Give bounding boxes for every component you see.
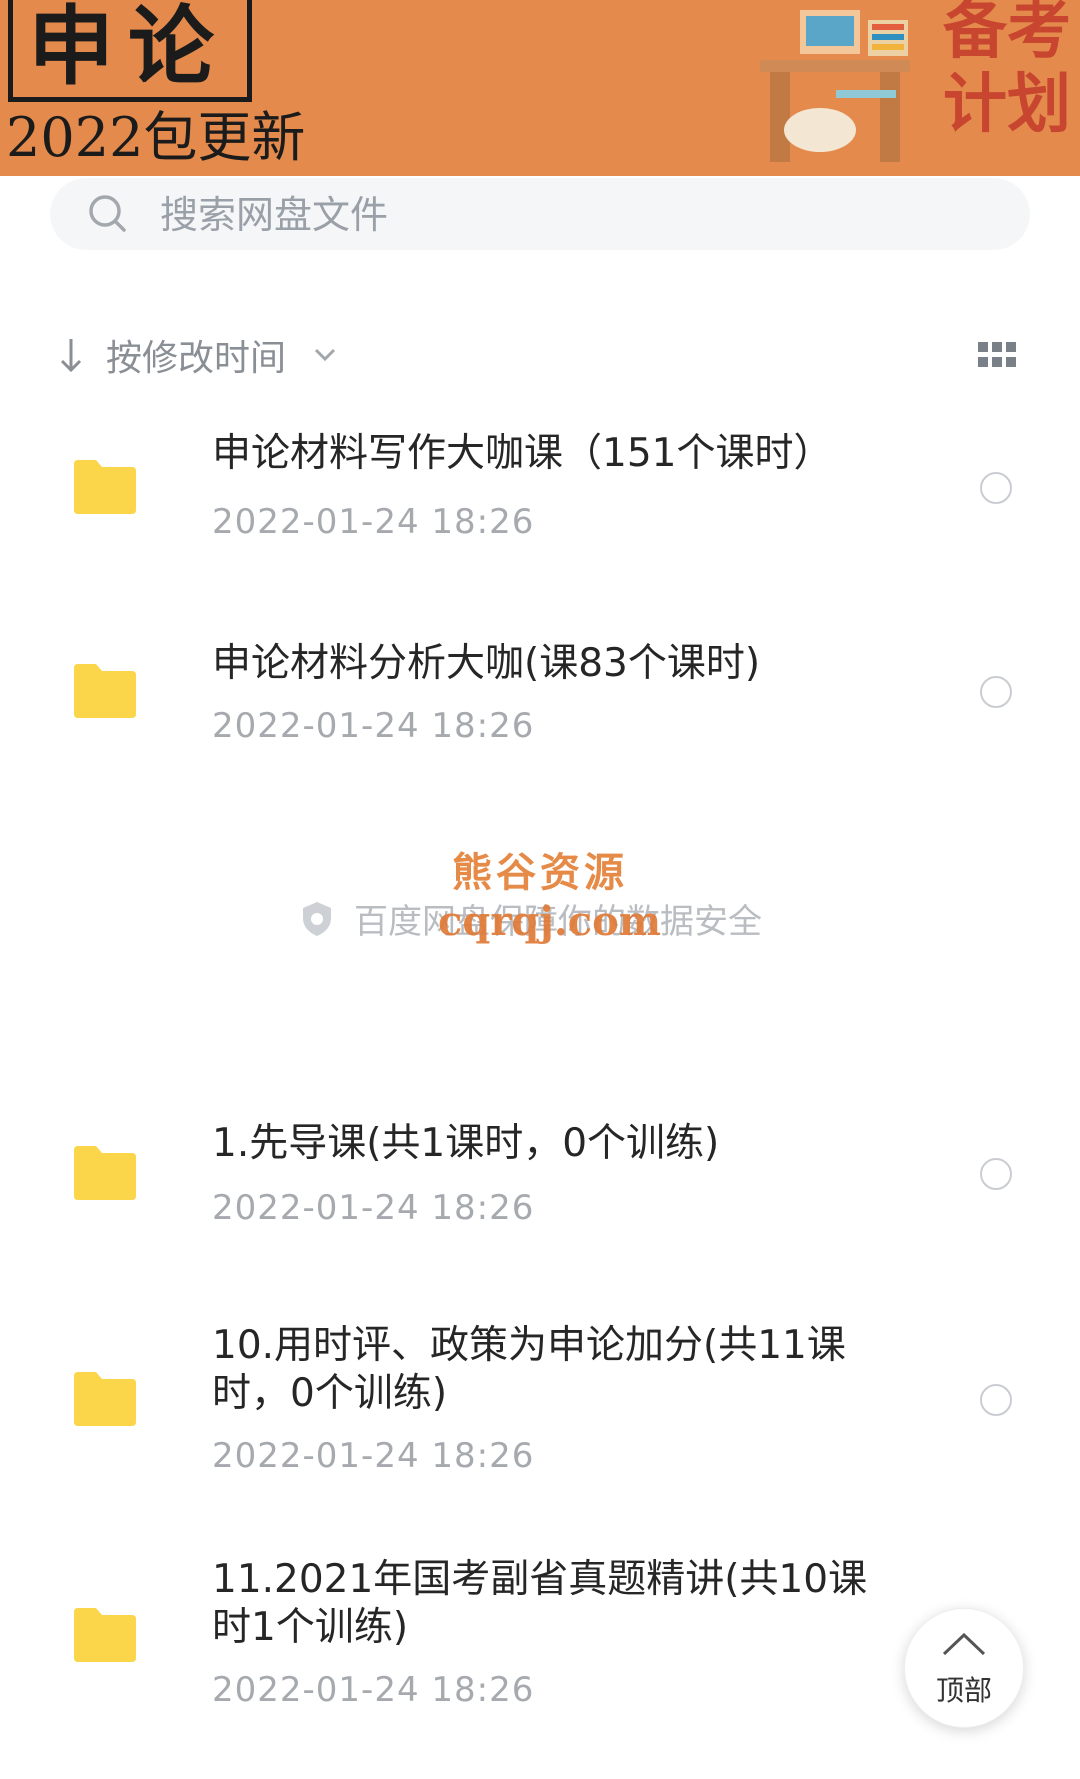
folder-icon xyxy=(74,1608,136,1662)
file-name: 1.先导课(共1课时，0个训练) xyxy=(212,1121,720,1166)
select-checkbox[interactable] xyxy=(980,676,1012,708)
file-date: 2022-01-24 18:26 xyxy=(212,502,535,542)
file-row[interactable]: 申论材料写作大咖课（151个课时） 2022-01-24 18:26 xyxy=(0,420,1080,570)
file-name: 申论材料分析大咖(课83个课时) xyxy=(212,641,761,686)
search-bar[interactable] xyxy=(50,178,1030,250)
folder-icon xyxy=(74,460,136,514)
folder-icon xyxy=(74,1146,136,1200)
file-name: 11.2021年国考副省真题精讲(共10课时1个训练) xyxy=(212,1557,868,1650)
file-row[interactable]: 10.用时评、政策为申论加分(共11课时，0个训练) 2022-01-24 18… xyxy=(0,1312,1080,1492)
back-to-top-button[interactable]: 顶部 xyxy=(904,1608,1024,1728)
watermark-title: 熊谷资源 xyxy=(452,849,628,896)
file-name: 10.用时评、政策为申论加分(共11课时，0个训练) xyxy=(212,1323,846,1416)
file-date: 2022-01-24 18:26 xyxy=(212,1188,535,1228)
back-to-top-label: 顶部 xyxy=(935,1674,992,1707)
select-checkbox[interactable] xyxy=(980,1158,1012,1190)
file-date: 2022-01-24 18:26 xyxy=(212,1670,535,1710)
desk-illustration xyxy=(760,10,910,162)
folder-icon xyxy=(74,664,136,718)
file-date: 2022-01-24 18:26 xyxy=(212,706,535,746)
grid-view-icon[interactable] xyxy=(978,342,1016,368)
banner-title: 申论 xyxy=(28,0,228,97)
arrow-down-icon xyxy=(60,339,82,373)
select-checkbox[interactable] xyxy=(980,1384,1012,1416)
select-checkbox[interactable] xyxy=(980,472,1012,504)
file-date: 2022-01-24 18:26 xyxy=(212,1436,535,1476)
search-input[interactable] xyxy=(158,186,762,244)
chevron-up-icon xyxy=(942,1632,986,1656)
file-row[interactable]: 申论材料分析大咖(课83个课时) 2022-01-24 18:26 xyxy=(0,624,1080,774)
watermark-url: cqrqj.com xyxy=(438,898,662,945)
banner-subtitle: 2022包更新 xyxy=(6,106,306,169)
shield-icon xyxy=(303,901,331,936)
file-name: 申论材料写作大咖课（151个课时） xyxy=(212,431,833,476)
banner-plan-text: 备考计划 xyxy=(943,0,1071,142)
folder-icon xyxy=(74,1372,136,1426)
sort-label: 按修改时间 xyxy=(106,338,287,379)
file-row[interactable]: 1.先导课(共1课时，0个训练) 2022-01-24 18:26 xyxy=(0,1104,1080,1254)
promo-banner: 申论 2022包更新 备考计划 xyxy=(0,0,1080,176)
search-icon xyxy=(89,195,126,232)
sort-control[interactable]: 按修改时间 xyxy=(58,330,338,380)
chevron-down-icon xyxy=(314,348,336,362)
